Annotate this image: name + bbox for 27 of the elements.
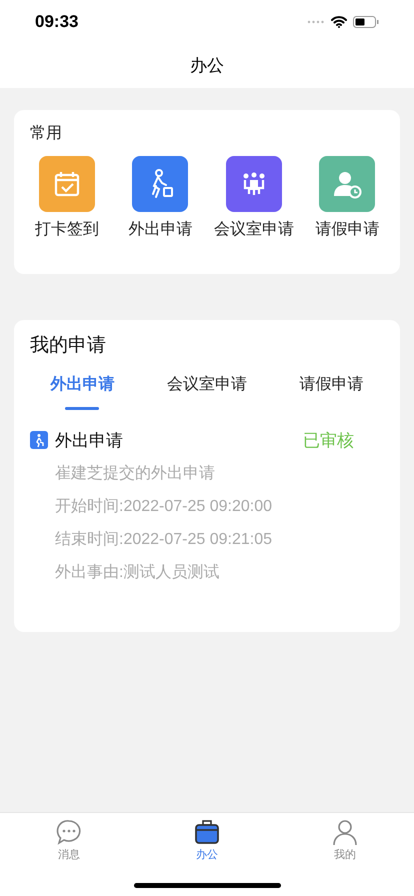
signal-icon [307,20,325,24]
status-label: 已审核 [303,430,354,452]
entry-detail: 崔建芝提交的外出申请 [55,464,215,484]
page-title: 办公 [190,55,224,78]
tab[interactable]: 请假申请 [269,368,394,410]
wifi-icon [331,16,347,28]
walking-person-icon [30,431,48,450]
section-title: 我的申请 [30,334,107,358]
shortcut-item[interactable]: 会议室申请 [207,156,300,242]
shortcut-item[interactable]: 请假申请 [300,156,394,242]
tab-bar-item[interactable]: 办公 [138,819,276,864]
battery-icon [353,16,379,28]
section-title: 常用 [30,124,63,144]
shortcut-item[interactable]: 打卡签到 [20,156,114,242]
entry-title: 外出申请 [55,430,124,452]
entry-detail: 结束时间:2022-07-25 09:21:05 [55,530,272,550]
shortcut-item[interactable]: 外出申请 [114,156,207,242]
tab[interactable]: 会议室申请 [144,368,270,410]
briefcase-icon [194,819,220,845]
entry-detail: 开始时间:2022-07-25 09:20:00 [55,496,272,517]
tab-bar-item[interactable]: 我的 [276,819,414,864]
person-icon [332,819,358,845]
entry-detail: 外出事由:测试人员测试 [55,562,220,583]
tab-bar-item[interactable]: 消息 [0,819,138,864]
status-time: 09:33 [35,11,78,34]
tab[interactable]: 外出申请 [20,368,145,410]
chat-bubble-icon [56,819,82,845]
